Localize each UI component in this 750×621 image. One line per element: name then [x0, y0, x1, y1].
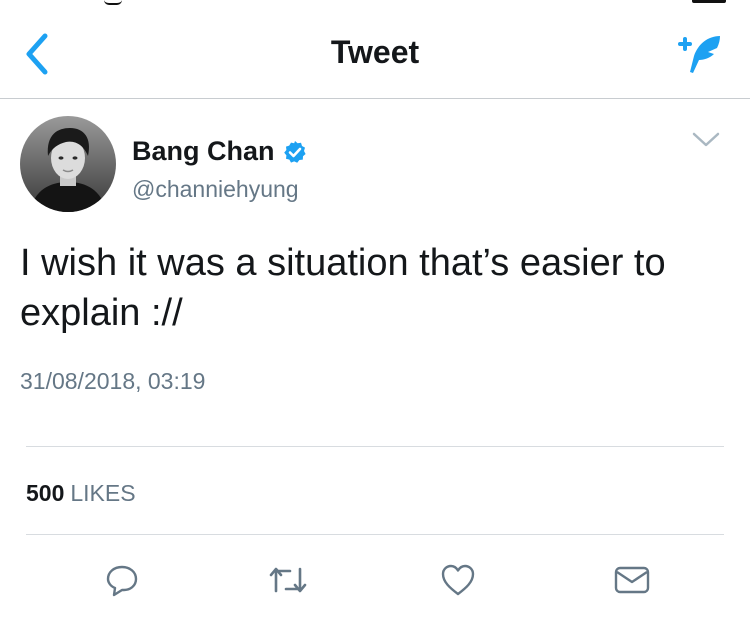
navigation-bar: Tweet	[0, 0, 750, 99]
avatar[interactable]	[20, 116, 116, 212]
author-name[interactable]: Bang Chan	[132, 136, 275, 167]
author-name-row: Bang Chan	[132, 136, 307, 167]
likes-stat[interactable]: 500 LIKES	[26, 480, 136, 507]
page-title: Tweet	[330, 34, 420, 70]
heart-icon	[441, 564, 475, 596]
tweet-timestamp: 31/08/2018, 03:19	[20, 368, 206, 394]
compose-feather-icon	[678, 36, 720, 73]
speech-bubble-icon	[106, 565, 138, 597]
author-handle[interactable]: @channiehyung	[132, 176, 299, 203]
tweet-detail-screen: Tweet Bang Chan @channiehyung I wish it …	[0, 0, 750, 621]
tweet-action-bar	[0, 554, 750, 610]
like-button[interactable]	[432, 554, 484, 606]
tweet-text: I wish it was a situation that’s easier …	[20, 242, 666, 334]
likes-label: LIKES	[70, 480, 136, 506]
likes-count: 500	[26, 480, 65, 506]
tweet-options-button[interactable]	[688, 128, 724, 152]
divider	[26, 534, 724, 535]
divider	[26, 446, 724, 447]
verified-badge-icon	[283, 140, 307, 164]
avatar-photo	[20, 116, 116, 212]
direct-message-button[interactable]	[606, 554, 658, 606]
retweet-button[interactable]	[262, 554, 314, 606]
retweet-icon	[269, 567, 307, 593]
reply-button[interactable]	[96, 554, 148, 606]
tweet-detail: Bang Chan @channiehyung I wish it was a …	[0, 98, 750, 621]
chevron-down-icon	[692, 132, 720, 147]
envelope-icon	[614, 566, 650, 594]
compose-tweet-button[interactable]	[672, 28, 728, 80]
